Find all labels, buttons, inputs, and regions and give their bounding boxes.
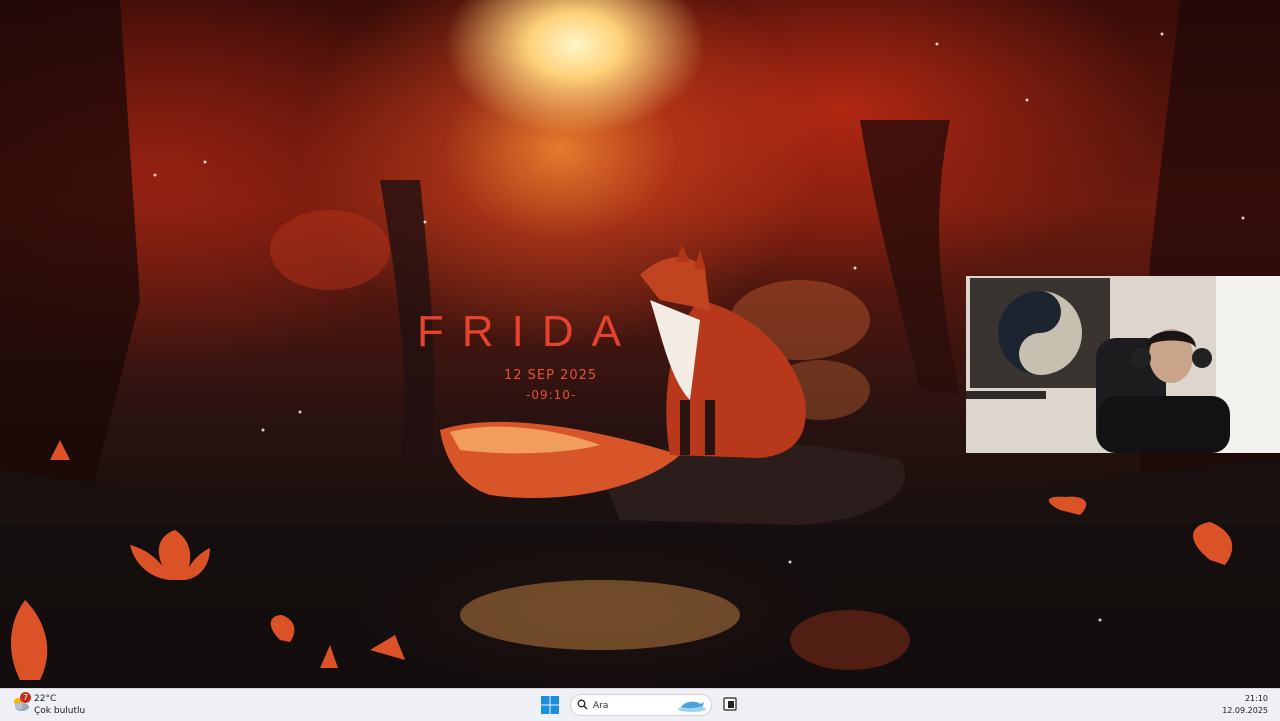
search-input[interactable] — [591, 698, 675, 714]
taskbar: 7 22°C Çok bulutlu 21:10 12.09.2025 — [0, 688, 1280, 721]
tray-clock-time[interactable]: 21:10 — [1208, 694, 1268, 703]
taskbar-search-box[interactable] — [570, 694, 712, 716]
webcam-overlay — [966, 276, 1280, 453]
clock-date: 12 SEP 2025 — [504, 368, 598, 383]
clock-title: FRIDA — [417, 307, 639, 356]
dolphin-icon — [678, 701, 706, 712]
search-icon — [577, 699, 588, 710]
weather-condition: Çok bulutlu — [34, 706, 86, 716]
weather-temperature: 22°C — [34, 694, 57, 704]
weather-alert-badge: 7 — [20, 692, 31, 703]
webcam-scene — [966, 276, 1280, 453]
clock-time: -09:10- — [526, 388, 577, 402]
desktop-wallpaper: FRIDA 12 SEP 2025 -09:10- — [0, 0, 1280, 688]
tray-clock-date[interactable]: 12.09.2025 — [1208, 706, 1268, 715]
windows-logo-icon[interactable] — [540, 695, 560, 715]
clock-widget: FRIDA 12 SEP 2025 -09:10- — [404, 307, 644, 403]
task-view-icon[interactable] — [722, 696, 738, 712]
